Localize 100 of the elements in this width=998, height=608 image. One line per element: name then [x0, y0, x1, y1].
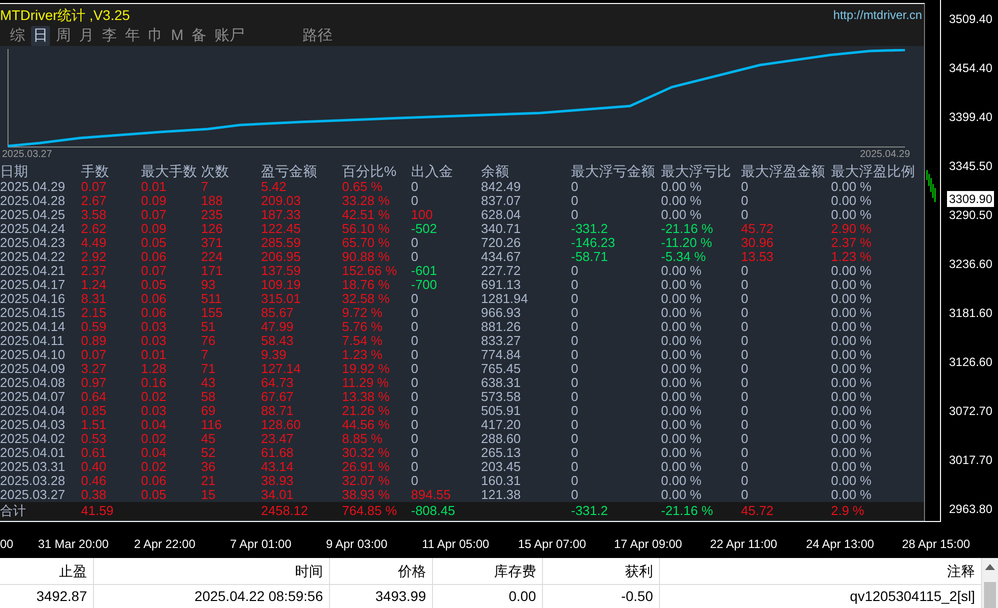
time-label: 24 Apr 13:00 [806, 537, 874, 551]
period-tab[interactable]: 李 [100, 26, 119, 46]
table-cell-text: 56.10 % [342, 222, 391, 236]
table-cell-text: 0.06 [141, 250, 168, 264]
table-cell-text: 0.05 [141, 278, 168, 292]
time-label: 2 Apr 22:00 [134, 537, 196, 551]
table-cell-text: 0.61 [81, 446, 108, 460]
table-cell-text: 265.13 [481, 446, 522, 460]
period-tab[interactable]: 年 [123, 26, 142, 46]
table-cell-text: 842.49 [481, 180, 522, 194]
table-cell-text: 0 [571, 432, 580, 446]
column-header: 最大手数 [141, 163, 198, 180]
table-cell-text: 187.33 [261, 208, 302, 222]
table-cell-text: 127.14 [261, 362, 302, 376]
table-cell-text: 638.31 [481, 376, 522, 390]
table-cell-text: -502 [411, 222, 438, 236]
table-cell: -0.50 [543, 585, 660, 608]
table-cell-text: 2.37 [81, 264, 108, 278]
period-tab[interactable]: 综 [8, 26, 27, 46]
table-cell-text: 2.67 [81, 194, 108, 208]
table-cell-text: 894.55 [411, 488, 452, 502]
period-tab[interactable]: 备 [190, 26, 208, 46]
table-cell-text: 160.31 [481, 474, 522, 488]
column-header: 百分比% [342, 163, 398, 180]
table-cell-text: 0 [741, 278, 750, 292]
table-cell-text: 76 [201, 334, 216, 348]
table-cell-text: 0.89 [81, 334, 108, 348]
table-cell-text: 109.19 [261, 278, 302, 292]
table-cell-text: 0.02 [141, 432, 168, 446]
table-cell-text: 0 [571, 180, 580, 194]
table-cell-text: 1281.94 [481, 292, 529, 306]
period-tab[interactable]: 周 [54, 26, 73, 46]
table-cell-text: 0 [411, 446, 420, 460]
table-cell-text: 0.00 % [661, 194, 702, 208]
period-tab[interactable]: 巾 [146, 26, 165, 46]
table-cell-text: 13.53 [741, 250, 775, 264]
table-cell-text: 0 [571, 418, 580, 432]
table-cell-text: 2025.04.08 [0, 376, 66, 390]
table-cell-text: 833.27 [481, 334, 522, 348]
table-cell-text: 0 [741, 460, 750, 474]
table-cell-text: 0.03 [141, 320, 168, 334]
table-cell-text: -21.16 % [661, 504, 714, 518]
table-cell-text: 2025.03.31 [0, 460, 66, 474]
period-tab[interactable]: 日 [31, 26, 50, 46]
column-header: 最大浮亏比 [661, 163, 732, 180]
table-cell-text: 0.00 % [831, 488, 872, 502]
time-label: 15 Apr 07:00 [518, 537, 586, 551]
table-cell-text: 3.58 [81, 208, 108, 222]
period-tab[interactable]: 月 [77, 26, 96, 46]
scrollbar[interactable] [982, 558, 998, 608]
website-link[interactable]: http://mtdriver.cn [833, 9, 922, 21]
table-cell-text: 227.72 [481, 264, 522, 278]
table-cell-text: 0.85 [81, 404, 108, 418]
price-label: 3290.50 [948, 207, 994, 223]
table-cell-text: 0 [571, 390, 580, 404]
table-cell-text: 0 [741, 418, 750, 432]
table-cell-text: 0 [741, 194, 750, 208]
table-cell-text: 0 [741, 264, 750, 278]
panel-title: MTDriver统计 ,V3.25 [0, 8, 130, 22]
table-cell-text: 0.40 [81, 460, 108, 474]
table-cell-text: 3.27 [81, 362, 108, 376]
table-cell-text: 0.03 [141, 404, 168, 418]
table-cell-text: -601 [411, 264, 438, 278]
table-cell-text: 21 [201, 474, 216, 488]
period-tab[interactable]: M [169, 26, 186, 46]
table-cell-text: 0 [571, 446, 580, 460]
column-header: 价格 [330, 558, 433, 584]
table-cell-text: 2.9 % [831, 504, 866, 518]
table-cell-text: 0 [571, 404, 580, 418]
column-header: 时间 [94, 558, 330, 584]
table-cell-text: 2025.04.24 [0, 222, 66, 236]
table-cell-text: 764.85 % [342, 504, 398, 518]
table-cell-text: 122.45 [261, 222, 302, 236]
table-cell-text: 0.00 % [661, 306, 702, 320]
table-cell-text: 0.00 % [831, 404, 872, 418]
table-cell-text: 51 [201, 320, 216, 334]
table-cell-text: 0 [741, 474, 750, 488]
table-cell-text: 0.02 [141, 390, 168, 404]
table-cell-text: 2025.04.09 [0, 362, 66, 376]
table-cell-text: 209.03 [261, 194, 302, 208]
table-cell-text: 7 [201, 348, 210, 362]
table-cell-text: 720.26 [481, 236, 522, 250]
table-cell-text: 0.00 % [831, 264, 872, 278]
table-cell-text: 0 [411, 236, 420, 250]
table-cell-text: 0.00 % [831, 208, 872, 222]
table-cell-text: 0 [571, 348, 580, 362]
path-tab[interactable]: 路径 [300, 26, 334, 46]
table-cell-text: 2025.04.29 [0, 180, 66, 194]
table-cell-text: 0.00 % [661, 334, 702, 348]
table-cell-text: 2.92 [81, 250, 108, 264]
table-cell: 3493.99 [330, 585, 433, 608]
end-date-label: 2025.04.29 [860, 150, 910, 160]
table-cell-text: 288.60 [481, 432, 522, 446]
table-cell-text: 155 [201, 306, 224, 320]
period-tab[interactable]: 账尸 [212, 26, 246, 46]
table-cell-text: 45.72 [741, 222, 775, 236]
table-cell-text: 90.88 % [342, 250, 391, 264]
table-cell-text: 0.00 % [661, 390, 702, 404]
table-cell-text: 93 [201, 278, 216, 292]
table-cell-text: 65.70 % [342, 236, 391, 250]
